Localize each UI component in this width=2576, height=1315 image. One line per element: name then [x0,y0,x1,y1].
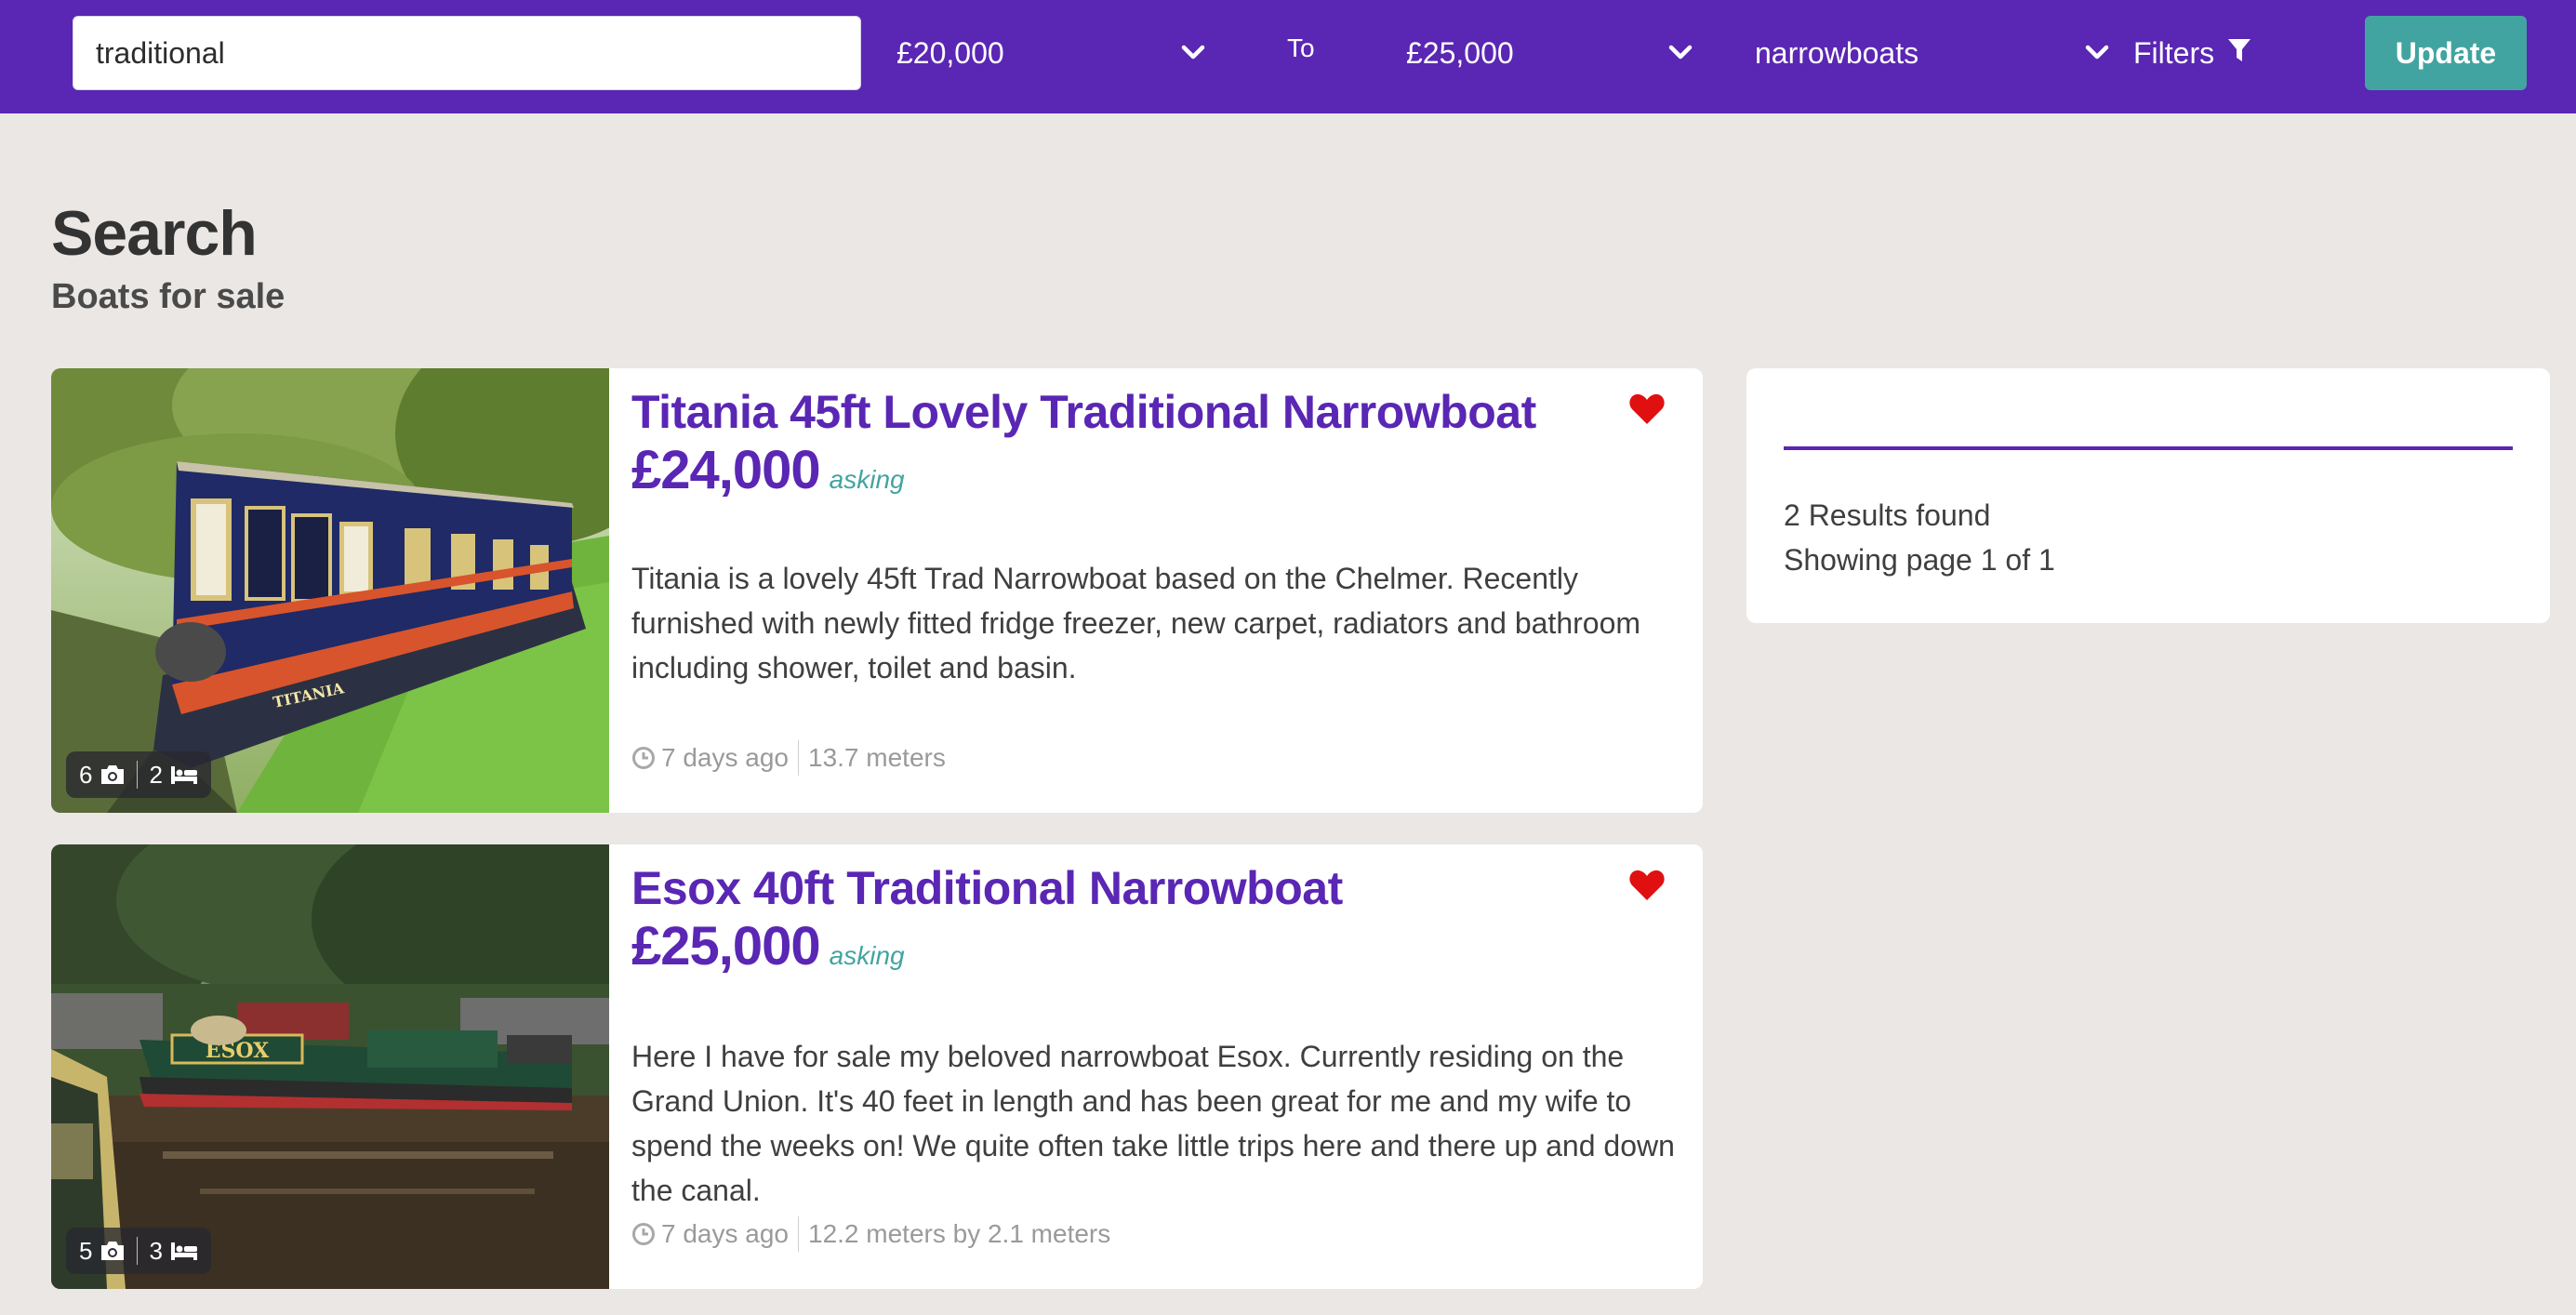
page-subtitle: Boats for sale [51,277,285,316]
badge-divider [137,1237,139,1265]
price-range-to-label: To [1287,33,1315,62]
boat-type-select[interactable]: narrowboats [1755,16,2113,90]
listing-meta: 7 days ago 13.7 meters [631,740,946,776]
listing-size: 13.7 meters [808,743,946,772]
meta-divider [798,1216,799,1252]
filter-icon [2227,36,2251,71]
top-search-bar: £20,000 To £25,000 narrowboats Filters U… [0,0,2576,113]
chevron-down-icon [1665,37,1696,69]
listing-card[interactable]: TITANIA 6 2 Titania 45ft Lovely Traditio… [51,368,1703,813]
results-count: 2 Results found [1784,498,1991,532]
results-panel: 2 Results found Showing page 1 of 1 [1746,368,2550,623]
chevron-down-icon [1177,37,1209,69]
price-note: asking [829,941,905,970]
photo-count: 5 [79,1236,93,1265]
berth-count: 2 [149,760,163,789]
listing-posted: 7 days ago [661,1219,789,1248]
camera-icon [100,764,126,786]
photo-badge: 5 3 [66,1228,211,1274]
filters-label: Filters [2133,35,2215,70]
listing-photo[interactable]: ESOX 5 3 [51,844,609,1289]
heart-icon[interactable] [1628,392,1666,426]
clock-icon [631,746,656,770]
chevron-down-icon [2081,37,2113,69]
update-button[interactable]: Update [2365,16,2527,90]
boat-type-value: narrowboats [1755,35,1919,70]
listing-title[interactable]: Titania 45ft Lovely Traditional Narrowbo… [631,385,1536,439]
meta-divider [798,740,799,776]
bed-icon [170,1241,198,1261]
price-max-value: £25,000 [1406,35,1514,70]
bed-icon [170,764,198,785]
photo-count: 6 [79,760,93,789]
listing-description: Titania is a lovely 45ft Trad Narrowboat… [631,562,1641,684]
listing-price: £25,000 [631,916,821,976]
listing-card[interactable]: ESOX 5 3 Esox 40ft Traditional Narrowboa… [51,844,1703,1289]
listing-body: Esox 40ft Traditional Narrowboat £25,000… [631,844,1675,1289]
listing-photo[interactable]: TITANIA 6 2 [51,368,609,813]
price-min-value: £20,000 [896,35,1004,70]
clock-icon [631,1222,656,1246]
berth-count: 3 [149,1236,163,1265]
listing-description: Here I have for sale my beloved narrowbo… [631,1040,1675,1207]
heart-icon[interactable] [1628,869,1666,902]
price-row: £25,000 asking [631,915,905,977]
listing-title[interactable]: Esox 40ft Traditional Narrowboat [631,861,1343,915]
listing-body: Titania 45ft Lovely Traditional Narrowbo… [631,368,1666,813]
photo-badge: 6 2 [66,751,211,798]
listing-posted: 7 days ago [661,743,789,772]
page-title: Search [51,198,258,269]
listing-size: 12.2 meters by 2.1 meters [808,1219,1111,1248]
results-divider [1784,446,2513,450]
badge-divider [137,761,139,789]
price-row: £24,000 asking [631,439,905,501]
listing-meta: 7 days ago 12.2 meters by 2.1 meters [631,1216,1110,1252]
price-note: asking [829,465,905,494]
camera-icon [100,1240,126,1262]
filters-button[interactable]: Filters [2133,16,2251,90]
price-max-select[interactable]: £25,000 [1406,16,1696,90]
price-min-select[interactable]: £20,000 [896,16,1209,90]
listing-price: £24,000 [631,440,821,500]
search-input[interactable] [73,16,861,90]
results-page: Showing page 1 of 1 [1784,543,2055,577]
